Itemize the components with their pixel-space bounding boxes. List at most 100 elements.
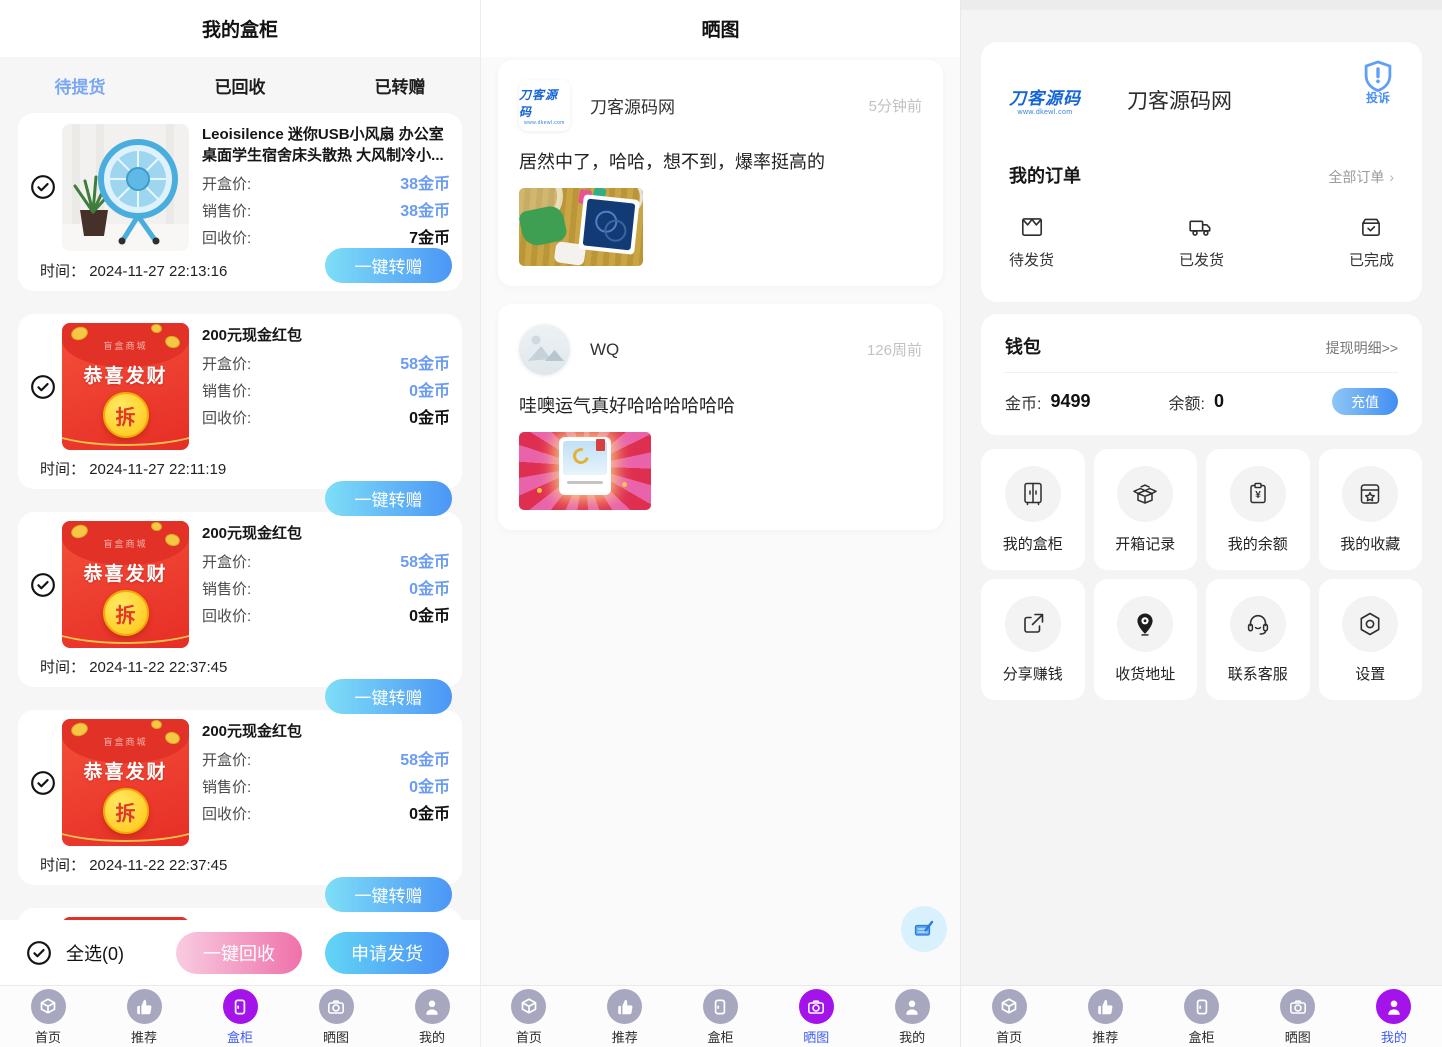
item-image-fan <box>62 124 189 251</box>
app-screen: 我的盒柜 待提货 已回收 已转赠 <box>0 0 1442 1047</box>
gold-dot-decor <box>537 488 542 493</box>
cabinet-item-red-packet[interactable]: 盲盒商城 恭喜发财 拆 200元现金红包 开盒价:58金币 销售价:0金币 回收… <box>18 512 462 687</box>
nav-item-recommend[interactable]: 推荐 <box>577 986 673 1047</box>
item-checkbox[interactable] <box>30 572 56 598</box>
transfer-button[interactable]: 一键转赠 <box>325 248 452 283</box>
transfer-button[interactable]: 一键转赠 <box>325 877 452 912</box>
recharge-button[interactable]: 充值 <box>1332 388 1398 415</box>
location-pin-icon <box>1117 596 1173 652</box>
divider <box>1005 372 1398 373</box>
nav-label: 我的 <box>419 1027 445 1046</box>
order-status-completed[interactable]: 已完成 <box>1349 214 1394 270</box>
post-header: 刀客源码 www.dkewl.com 刀客源码网 5分钟前 <box>519 80 922 131</box>
complaint-button[interactable]: 投诉 <box>1354 57 1402 106</box>
grid-item-settings[interactable]: 设置 <box>1319 579 1423 700</box>
thumbs-up-icon <box>607 989 642 1024</box>
nav-item-home[interactable]: 首页 <box>961 986 1057 1047</box>
select-all-label: 全选(0) <box>66 940 124 966</box>
transfer-button[interactable]: 一键转赠 <box>325 679 452 714</box>
sell-price-value: 0金币 <box>409 378 450 405</box>
camera-icon <box>1280 989 1315 1024</box>
post-image-iphone-prize <box>519 188 643 266</box>
feed-post: 刀客源码 www.dkewl.com 刀客源码网 5分钟前 居然中了，哈哈，想不… <box>498 60 943 286</box>
nav-item-recommend[interactable]: 推荐 <box>96 986 192 1047</box>
wallet-card: 钱包 提现明细>> 金币: 9499 余额: 0 充值 <box>981 314 1422 435</box>
wallet-title: 钱包 <box>1005 333 1041 359</box>
item-checkbox[interactable] <box>30 770 56 796</box>
grid-item-unbox-records[interactable]: 开箱记录 <box>1094 449 1198 570</box>
tab-recycled[interactable]: 已回收 <box>160 73 320 98</box>
item-checkbox[interactable] <box>30 174 56 200</box>
nav-item-profile[interactable]: 我的 <box>384 986 480 1047</box>
compose-icon <box>912 917 936 941</box>
balance-label: 余额: <box>1169 390 1205 414</box>
post-content: 居然中了，哈哈，想不到，爆率挺高的 <box>519 148 922 174</box>
compose-post-button[interactable] <box>901 906 947 952</box>
cabinet-item-fan[interactable]: Leoisilence 迷你USB小风扇 办公室桌面学生宿舍床头散热 大风制冷小… <box>18 113 462 291</box>
post-time: 5分钟前 <box>869 95 922 116</box>
red-packet-art: 盲盒商城 恭喜发财 拆 <box>62 323 189 450</box>
nav-item-photos-active[interactable]: 晒图 <box>768 986 864 1047</box>
red-packet-brand: 盲盒商城 <box>62 339 189 352</box>
nav-item-cabinet-active[interactable]: 盒柜 <box>192 986 288 1047</box>
order-status-label: 已发货 <box>1179 249 1224 270</box>
sell-price-value: 0金币 <box>409 774 450 801</box>
brand-logo: 刀客源码 www.dkewl.com <box>1009 84 1081 116</box>
all-orders-link[interactable]: 全部订单› <box>1328 167 1394 187</box>
recycle-price-label: 回收价: <box>202 801 251 828</box>
grid-item-my-balance[interactable]: 我的余额 <box>1206 449 1310 570</box>
nav-label: 我的 <box>1381 1027 1407 1046</box>
request-shipping-button[interactable]: 申请发货 <box>325 932 449 974</box>
grid-label: 分享赚钱 <box>1003 663 1063 684</box>
grid-item-my-cabinet[interactable]: 我的盒柜 <box>981 449 1085 570</box>
cabinet-item-red-packet[interactable]: 盲盒商城 恭喜发财 拆 200元现金红包 开盒价:58金币 销售价:0金币 回收… <box>18 710 462 885</box>
select-all-toggle[interactable]: 全选(0) <box>26 940 124 966</box>
avatar <box>519 324 570 375</box>
nav-item-photos[interactable]: 晒图 <box>288 986 384 1047</box>
transfer-button[interactable]: 一键转赠 <box>325 481 452 516</box>
panel-profile: 投诉 刀客源码 www.dkewl.com 刀客源码网 我的订单 全部订单› 待… <box>960 0 1442 1047</box>
red-packet-art: 盲盒商城 恭喜发财 拆 <box>62 521 189 648</box>
bottom-nav-right: 首页 推荐 盒柜 晒图 我的 <box>961 985 1442 1047</box>
gear-icon <box>1342 596 1398 652</box>
nav-item-profile[interactable]: 我的 <box>864 986 960 1047</box>
nav-item-recommend[interactable]: 推荐 <box>1057 986 1153 1047</box>
recycle-all-button[interactable]: 一键回收 <box>176 932 302 974</box>
grid-label: 我的收藏 <box>1340 533 1400 554</box>
order-statuses: 待发货 已发货 已完成 <box>1009 214 1394 270</box>
grid-label: 我的余额 <box>1228 533 1288 554</box>
recycle-price-label: 回收价: <box>202 405 251 432</box>
item-main-row: 盲盒商城 恭喜发财 拆 200元现金红包 开盒价:58金币 销售价:0金币 回收… <box>30 323 450 450</box>
tab-transferred[interactable]: 已转赠 <box>320 73 480 98</box>
grid-item-contact-support[interactable]: 联系客服 <box>1206 579 1310 700</box>
feature-grid: 我的盒柜 开箱记录 我的余额 我的收藏 分享赚钱 收货地址 <box>981 449 1422 700</box>
order-status-pending-shipment[interactable]: 待发货 <box>1009 214 1054 270</box>
bottom-nav-middle: 首页 推荐 盒柜 晒图 我的 <box>481 985 960 1047</box>
nav-item-photos[interactable]: 晒图 <box>1250 986 1346 1047</box>
nav-item-home[interactable]: 首页 <box>481 986 577 1047</box>
item-time: 时间： 2024-11-27 22:11:19 <box>40 458 450 479</box>
grid-item-my-favorites[interactable]: 我的收藏 <box>1319 449 1423 570</box>
nav-item-profile-active[interactable]: 我的 <box>1346 986 1442 1047</box>
nav-item-cabinet[interactable]: 盒柜 <box>673 986 769 1047</box>
tab-pending-pickup[interactable]: 待提货 <box>0 73 160 98</box>
item-info: 200元现金红包 开盒价:58金币 销售价:0金币 回收价:0金币 <box>202 323 450 432</box>
order-status-shipped[interactable]: 已发货 <box>1179 214 1224 270</box>
grid-item-shipping-address[interactable]: 收货地址 <box>1094 579 1198 700</box>
grid-item-share-earn[interactable]: 分享赚钱 <box>981 579 1085 700</box>
nav-label: 盒柜 <box>1189 1027 1215 1046</box>
order-status-label: 待发货 <box>1009 249 1054 270</box>
nav-item-home[interactable]: 首页 <box>0 986 96 1047</box>
bottom-nav-left: 首页 推荐 盒柜 晒图 我的 <box>0 985 480 1047</box>
item-main-row: 盲盒商城 恭喜发财 拆 200元现金红包 开盒价:58金币 销售价:0金币 回收… <box>30 719 450 846</box>
gold-dot-decor <box>622 482 627 487</box>
item-checkbox[interactable] <box>30 374 56 400</box>
withdraw-detail-link[interactable]: 提现明细>> <box>1326 338 1398 358</box>
wallet-balances-row: 金币: 9499 余额: 0 充值 <box>1005 388 1398 415</box>
status-strip <box>961 0 1442 10</box>
nav-item-cabinet[interactable]: 盒柜 <box>1153 986 1249 1047</box>
cabinet-item-red-packet[interactable]: 盲盒商城 恭喜发财 拆 200元现金红包 开盒价:58金币 销售价:0金币 回收… <box>18 314 462 489</box>
yuan-clipboard-icon <box>1230 466 1286 522</box>
sell-price-label: 销售价: <box>202 576 251 603</box>
recycle-price-label: 回收价: <box>202 603 251 630</box>
